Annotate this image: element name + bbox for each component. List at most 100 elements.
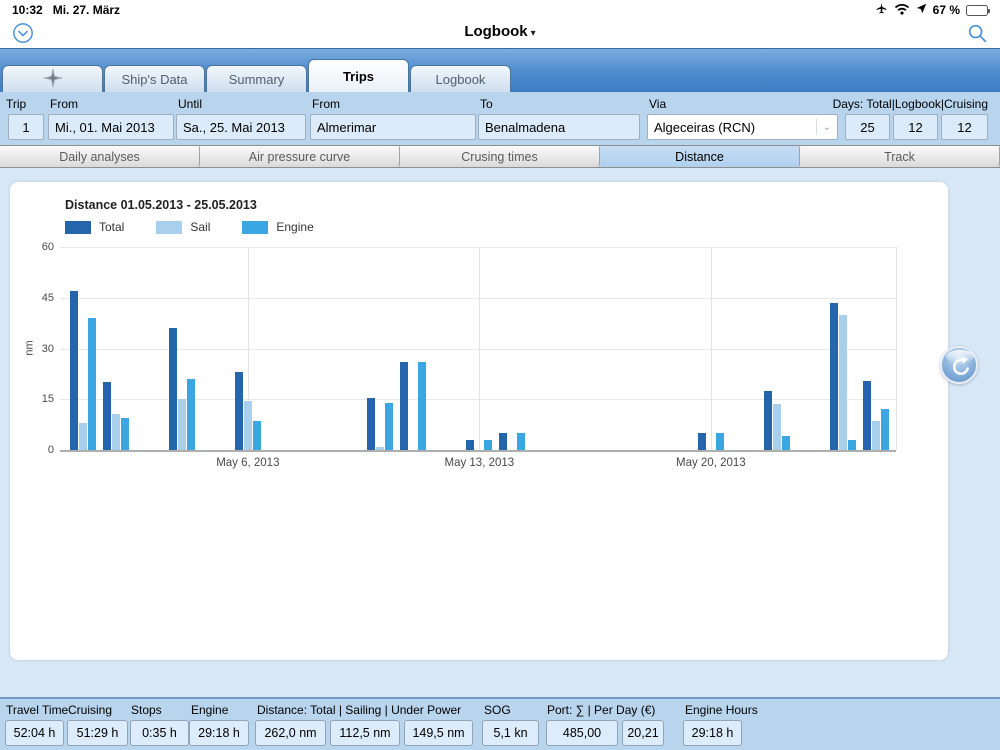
column-label-via: Via — [649, 97, 666, 111]
y-tick-60: 60 — [24, 241, 54, 253]
bar-engine-may-6 — [253, 421, 261, 450]
footer-label-engine-hours: Engine Hours — [685, 703, 758, 717]
status-bar: 10:32 Mi. 27. März 67 % — [0, 0, 1000, 20]
y-tick-0: 0 — [24, 444, 54, 456]
y-tick-15: 15 — [24, 393, 54, 405]
column-label-days-total-logbook-cruising: Days: Total|Logbook|Cruising — [833, 97, 988, 111]
footer-label-port-per-day: Port: ∑ | Per Day (€) — [547, 703, 655, 717]
footer-value-travel-time: 52:04 h — [5, 720, 64, 746]
footer-label-cruising: Cruising — [68, 703, 112, 717]
bar-total-may-13 — [466, 440, 474, 450]
tab-trips[interactable]: Trips — [308, 59, 409, 92]
field-value: Algeceiras (RCN) — [654, 120, 755, 135]
field-via[interactable]: Algeceiras (RCN) ⌄ — [647, 114, 838, 140]
bar-total-may-20 — [698, 433, 706, 450]
footer-label-stops: Stops — [131, 703, 162, 717]
column-label-to: To — [480, 97, 493, 111]
tab-summary[interactable]: Summary — [206, 65, 307, 92]
legend-swatch-total — [65, 221, 91, 234]
gridline-y-60 — [60, 247, 896, 248]
bar-sail-may-24 — [839, 315, 847, 450]
location-icon — [916, 3, 927, 17]
column-label-trip: Trip — [6, 97, 26, 111]
bar-total-may-14 — [499, 433, 507, 450]
footer-value-distance-total-sailing-under-power-0: 262,0 nm — [255, 720, 326, 746]
footer-value-port-per-day-1: 20,21 — [622, 720, 664, 746]
subtab-daily-analyses[interactable]: Daily analyses — [0, 146, 200, 167]
wifi-icon — [894, 3, 910, 18]
tab-logbook[interactable]: Logbook — [410, 65, 511, 92]
subtab-crusing-times[interactable]: Crusing times — [400, 146, 600, 167]
field-days-total-logbook-cruising-1[interactable]: 12 — [893, 114, 938, 140]
column-label-from: From — [312, 97, 340, 111]
field-from[interactable]: Mi., 01. Mai 2013 — [48, 114, 174, 140]
gridline-y-45 — [60, 298, 896, 299]
battery-percent: 67 % — [933, 3, 960, 17]
subtab-air-pressure-curve[interactable]: Air pressure curve — [200, 146, 400, 167]
battery-icon — [966, 5, 988, 16]
column-label-until: Until — [178, 97, 202, 111]
chart-title: Distance 01.05.2013 - 25.05.2013 — [65, 198, 257, 212]
subtab-track[interactable]: Track — [800, 146, 1000, 167]
bar-total-may-4 — [169, 328, 177, 450]
field-to[interactable]: Benalmadena — [478, 114, 640, 140]
bar-engine-may-25 — [881, 409, 889, 450]
bar-sail-may-4 — [178, 399, 186, 450]
gridline-y-30 — [60, 349, 896, 350]
bar-total-may-24 — [830, 303, 838, 450]
column-label-from: From — [50, 97, 78, 111]
airplane-mode-icon — [875, 2, 888, 18]
bar-engine-may-24 — [848, 440, 856, 450]
gridline-x-may-13-2013 — [479, 247, 480, 450]
x-axis-line — [60, 450, 896, 452]
x-tick-may-13-2013: May 13, 2013 — [419, 457, 539, 469]
legend-label-total: Total — [99, 220, 124, 234]
chevron-down-icon[interactable]: ⌄ — [816, 119, 831, 135]
field-trip[interactable]: 1 — [8, 114, 44, 140]
bar-sail-may-1 — [79, 423, 87, 450]
bar-sail-may-25 — [872, 421, 880, 450]
field-until[interactable]: Sa., 25. Mai 2013 — [176, 114, 306, 140]
legend-swatch-engine — [242, 221, 268, 234]
bar-engine-may-22 — [782, 436, 790, 450]
tab-label: Trips — [343, 69, 374, 84]
footer-label-distance-total-sailing-under-power: Distance: Total | Sailing | Under Power — [257, 703, 461, 717]
field-days-total-logbook-cruising-2[interactable]: 12 — [941, 114, 988, 140]
footer-value-distance-total-sailing-under-power-1: 112,5 nm — [330, 720, 400, 746]
distance-chart-panel: Distance 01.05.2013 - 25.05.2013 TotalSa… — [10, 182, 948, 660]
tab-label: Logbook — [436, 72, 486, 87]
search-icon[interactable] — [966, 22, 988, 44]
footer-value-port-per-day-0: 485,00 — [546, 720, 618, 746]
footer-label-travel-time: Travel Time — [6, 703, 68, 717]
footer-value-cruising: 51:29 h — [67, 720, 128, 746]
analysis-subtabs: Daily analysesAir pressure curveCrusing … — [0, 145, 1000, 168]
content-area: Distance 01.05.2013 - 25.05.2013 TotalSa… — [0, 168, 1000, 697]
field-from[interactable]: Almerimar — [310, 114, 476, 140]
tab-ship-s-data[interactable]: Ship's Data — [104, 65, 205, 92]
page-title[interactable]: Logbook▾ — [0, 23, 1000, 40]
gridline-x-may-20-2013 — [711, 247, 712, 450]
status-time: 10:32 — [12, 3, 43, 17]
status-date: Mi. 27. März — [53, 3, 120, 17]
bar-total-may-11 — [400, 362, 408, 450]
tab-label: Ship's Data — [121, 72, 187, 87]
main-tabs: Ship's Data Summary Trips Logbook — [2, 59, 512, 92]
tab-compass[interactable] — [2, 65, 103, 92]
subtab-distance[interactable]: Distance — [600, 146, 800, 167]
summary-footer: Travel Time 52:04 h Cruising 51:29 hStops 0:… — [0, 697, 1000, 750]
bar-sail-may-22 — [773, 404, 781, 450]
refresh-button[interactable] — [940, 346, 978, 384]
footer-value-stops: 0:35 h — [130, 720, 189, 746]
bar-total-may-22 — [764, 391, 772, 450]
bar-engine-may-2 — [121, 418, 129, 450]
field-days-total-logbook-cruising-0[interactable]: 25 — [845, 114, 890, 140]
main-toolbar: Ship's Data Summary Trips Logbook — [0, 48, 1000, 92]
bar-total-may-10 — [367, 398, 375, 450]
footer-value-engine-hours: 29:18 h — [683, 720, 742, 746]
footer-label-engine: Engine — [191, 703, 228, 717]
bar-total-may-1 — [70, 291, 78, 450]
bar-engine-may-20 — [716, 433, 724, 450]
compass-icon — [42, 67, 64, 92]
bar-engine-may-14 — [517, 433, 525, 450]
bar-engine-may-4 — [187, 379, 195, 450]
